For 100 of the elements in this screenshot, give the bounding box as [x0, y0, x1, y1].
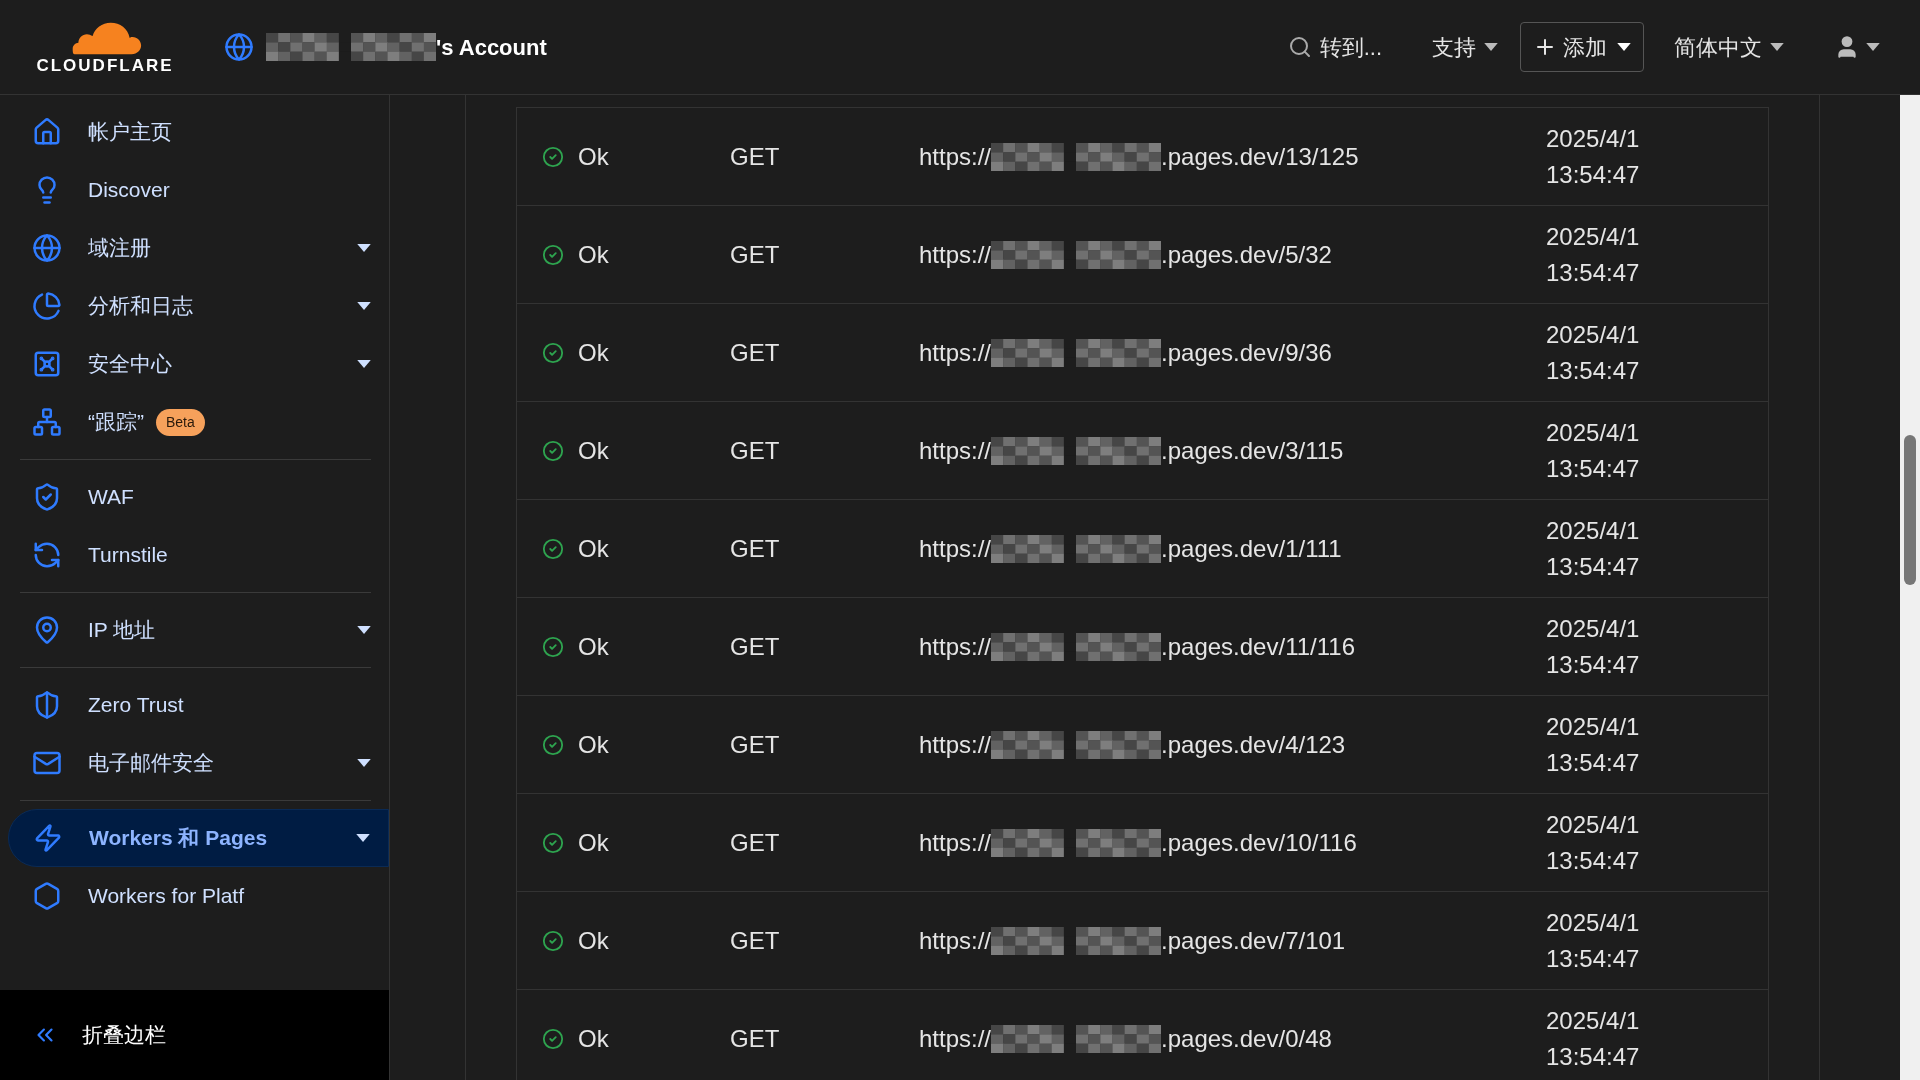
url-path: .pages.dev/7/101 [1161, 925, 1346, 956]
hexagon-icon [32, 881, 62, 911]
table-row[interactable]: Ok GET https:// .pages.dev/9/36 2025/4/1 13:54:47 [517, 304, 1768, 402]
sidebar-item[interactable]: Zero Trust [8, 676, 389, 734]
check-circle-icon [542, 439, 564, 462]
table-row[interactable]: Ok GET https:// .pages.dev/1/111 2025/4/1 13:54:47 [517, 500, 1768, 598]
method-cell-text: GET [730, 827, 781, 858]
search-button[interactable]: 转到... [1287, 30, 1382, 64]
caret-icon [1617, 42, 1631, 52]
url-path: .pages.dev/9/36 [1161, 337, 1332, 368]
sidebar-item[interactable]: 安全中心 [8, 335, 389, 393]
sidebar-item[interactable]: Turnstile [8, 526, 389, 584]
lightning-icon [33, 823, 63, 853]
table-row[interactable]: Ok GET https:// .pages.dev/11/116 2025/4/1 13:54:47 [517, 598, 1768, 696]
check-circle-icon [542, 537, 564, 560]
date-cell-text: 2025/4/1 [1546, 123, 1640, 154]
method-cell-text: GET [730, 533, 781, 564]
url-path: .pages.dev/3/115 [1161, 435, 1344, 466]
table-row[interactable]: Ok GET https:// .pages.dev/5/32 2025/4/1 13:54:47 [517, 206, 1768, 304]
url-path: .pages.dev/11/116 [1161, 631, 1355, 662]
sidebar-item[interactable]: WAF [8, 468, 389, 526]
url-prefix: https:// [919, 827, 992, 858]
check-circle-icon [542, 733, 564, 756]
sidebar-item[interactable]: “跟踪” Beta [8, 393, 389, 451]
table-row[interactable]: Ok GET https:// .pages.dev/3/115 2025/4/1 13:54:47 [517, 402, 1768, 500]
status-cell-text: Ok [578, 1023, 609, 1054]
table-row[interactable]: Ok GET https:// .pages.dev/10/116 2025/4/1 13:54:47 [517, 794, 1768, 892]
table-row[interactable]: Ok GET https:// .pages.dev/4/123 2025/4/1 13:54:47 [517, 696, 1768, 794]
support-menu[interactable]: 支持 [1432, 30, 1498, 64]
check-circle-icon [542, 341, 564, 364]
method-cell-text: GET [730, 729, 781, 760]
status-cell-text: Ok [578, 533, 609, 564]
beta-badge: Beta [156, 408, 205, 436]
sidebar-item[interactable]: 帐户主页 [8, 103, 389, 161]
date-cell-text: 2025/4/1 [1546, 515, 1640, 546]
status-cell-text: Ok [578, 925, 609, 956]
url-prefix: https:// [919, 141, 992, 172]
time-cell-text: 13:54:47 [1546, 1041, 1640, 1072]
caret-icon [1770, 42, 1784, 52]
date-cell-text: 2025/4/1 [1546, 613, 1640, 644]
url-prefix: https:// [919, 1023, 992, 1054]
check-circle-icon [542, 1027, 564, 1050]
url-prefix: https:// [919, 631, 992, 662]
table-row[interactable]: Ok GET https:// .pages.dev/7/101 2025/4/1 13:54:47 [517, 892, 1768, 990]
url-prefix: https:// [919, 337, 992, 368]
status-cell-text: Ok [578, 141, 609, 172]
language-menu[interactable]: 简体中文 [1674, 30, 1784, 64]
sidebar-item[interactable]: 分析和日志 [8, 277, 389, 335]
method-cell-text: GET [730, 1023, 781, 1054]
date-cell-text: 2025/4/1 [1546, 711, 1640, 742]
method-cell-text: GET [730, 925, 781, 956]
caret-icon [1866, 42, 1880, 52]
url-prefix: https:// [919, 533, 992, 564]
caret-icon [1484, 42, 1498, 52]
url-prefix: https:// [919, 239, 992, 270]
time-cell-text: 13:54:47 [1546, 551, 1640, 582]
house-icon [32, 117, 62, 147]
url-prefix: https:// [919, 729, 992, 760]
sidebar-item[interactable]: Discover [8, 161, 389, 219]
time-cell-text: 13:54:47 [1546, 355, 1640, 386]
time-cell-text: 13:54:47 [1546, 747, 1640, 778]
check-circle-icon [542, 831, 564, 854]
url-path: .pages.dev/5/32 [1161, 239, 1332, 270]
time-cell-text: 13:54:47 [1546, 257, 1640, 288]
refresh-icon [32, 540, 62, 570]
date-cell-text: 2025/4/1 [1546, 809, 1640, 840]
method-cell-text: GET [730, 239, 781, 270]
collapse-sidebar-button[interactable]: 折叠边栏 [0, 990, 389, 1080]
date-cell-text: 2025/4/1 [1546, 907, 1640, 938]
cloudflare-logo[interactable]: CLOUDFLARE [26, 20, 184, 74]
status-cell-text: Ok [578, 631, 609, 662]
globe-icon [224, 32, 254, 62]
time-cell-text: 13:54:47 [1546, 649, 1640, 680]
status-cell-text: Ok [578, 435, 609, 466]
date-cell-text: 2025/4/1 [1546, 417, 1640, 448]
logo-text: CLOUDFLARE [36, 56, 174, 74]
url-prefix: https:// [919, 925, 992, 956]
scrollbar-thumb[interactable] [1904, 435, 1916, 585]
url-path: .pages.dev/1/111 [1161, 533, 1342, 564]
date-cell-text: 2025/4/1 [1546, 319, 1640, 350]
sidebar-item[interactable]: Workers for Platf [8, 867, 389, 925]
method-cell-text: GET [730, 141, 781, 172]
time-cell-text: 13:54:47 [1546, 159, 1640, 190]
table-row[interactable]: Ok GET https:// .pages.dev/13/125 2025/4/1 13:54:47 [517, 108, 1768, 206]
method-cell-text: GET [730, 337, 781, 368]
url-path: .pages.dev/0/48 [1161, 1023, 1332, 1054]
sidebar-item[interactable]: IP 地址 [8, 601, 389, 659]
sidebar-item[interactable]: Workers 和 Pages [8, 809, 389, 867]
pie-chart-icon [32, 291, 62, 321]
time-cell-text: 13:54:47 [1546, 453, 1640, 484]
table-row[interactable]: Ok GET https:// .pages.dev/0/48 2025/4/1 13:54:47 [517, 990, 1768, 1080]
sidebar-item[interactable]: 域注册 [8, 219, 389, 277]
sidebar-item[interactable]: 电子邮件安全 [8, 734, 389, 792]
status-cell-text: Ok [578, 827, 609, 858]
add-button[interactable]: 添加 [1520, 22, 1644, 72]
globe-icon [32, 233, 62, 263]
method-cell-text: GET [730, 631, 781, 662]
url-prefix: https:// [919, 435, 992, 466]
date-cell-text: 2025/4/1 [1546, 221, 1640, 252]
vault-icon [32, 349, 62, 379]
